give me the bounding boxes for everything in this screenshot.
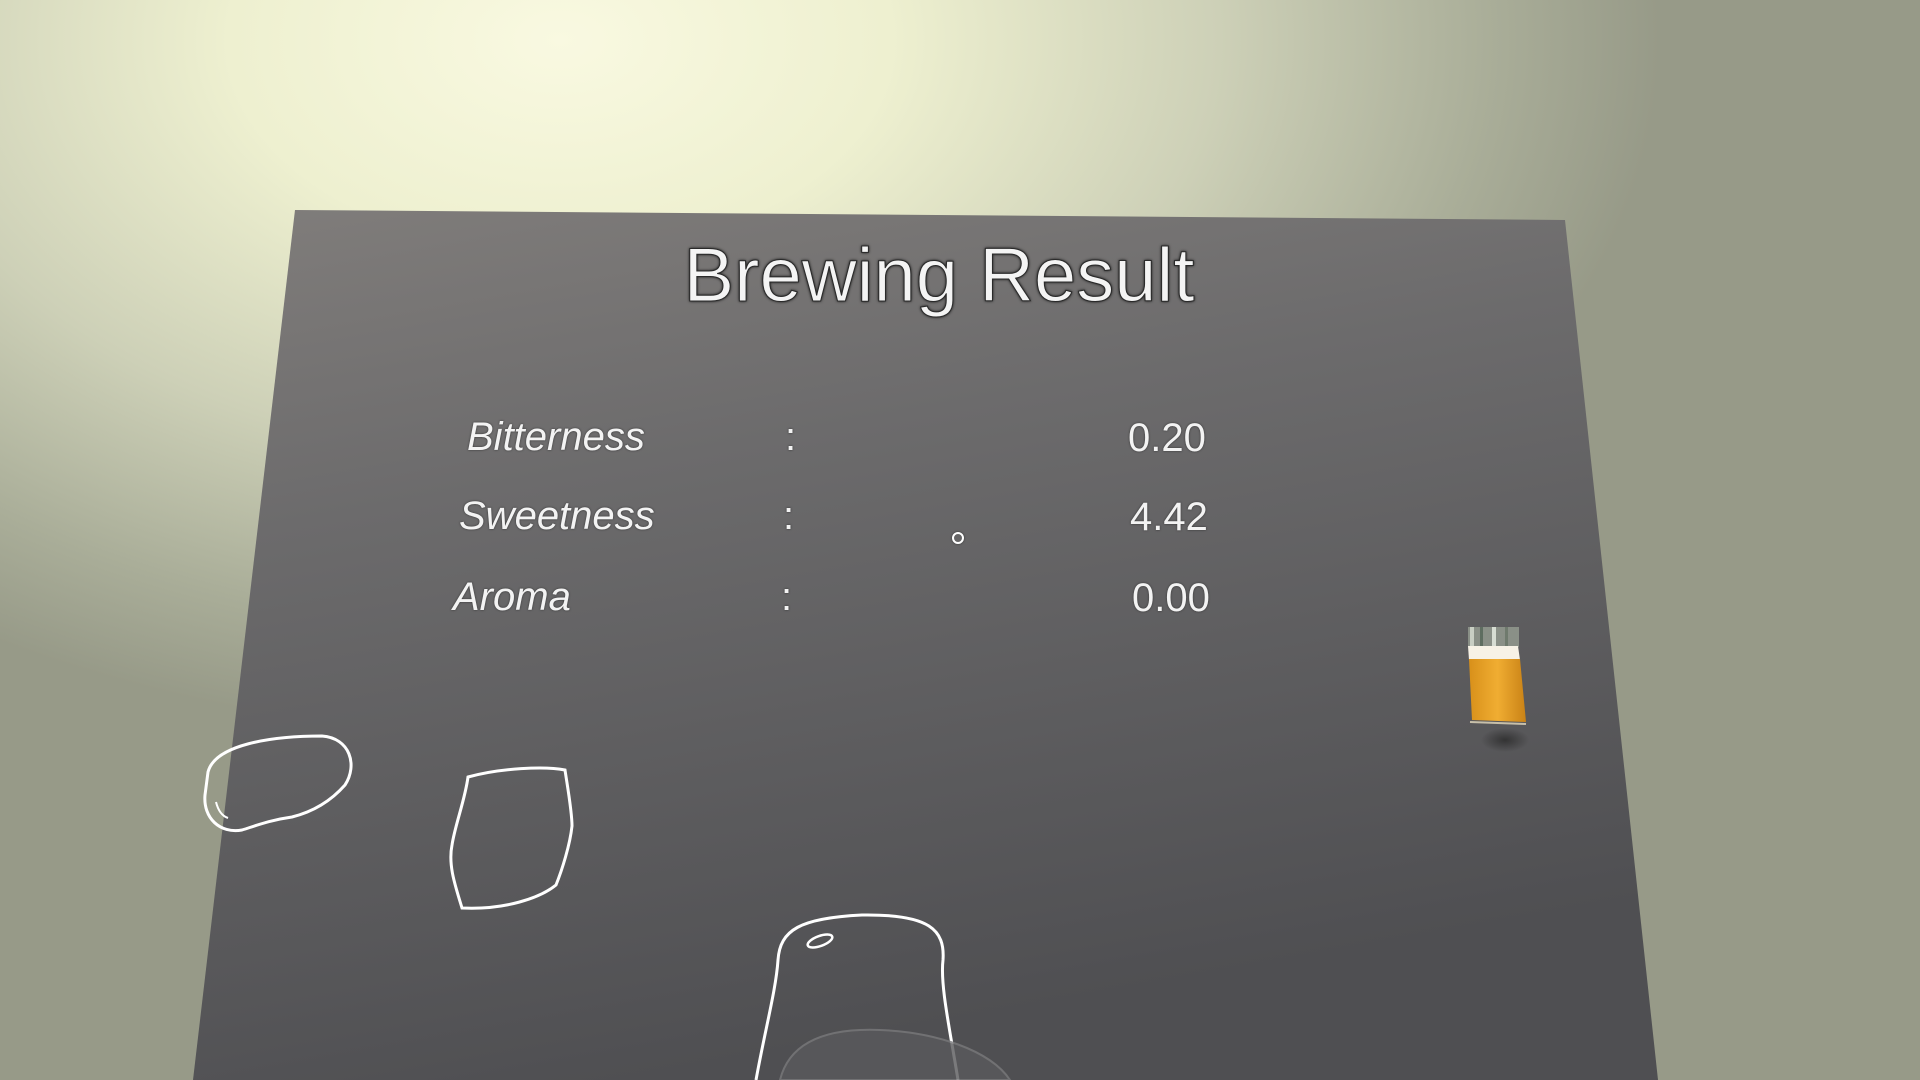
stat-separator-sweetness: :: [783, 494, 795, 538]
stat-separator-bitterness: :: [785, 415, 797, 459]
page-title: Brewing Result: [683, 233, 1195, 319]
beer-glass-shadow: [1481, 728, 1529, 752]
stat-value-aroma: 0.00: [1132, 576, 1210, 620]
stat-label-aroma: Aroma: [453, 575, 571, 619]
beer-glass-icon: [1468, 627, 1527, 725]
table-surface: [193, 210, 1658, 1080]
stat-label-bitterness: Bitterness: [467, 415, 645, 459]
stat-label-sweetness: Sweetness: [459, 494, 655, 538]
stat-value-sweetness: 4.42: [1130, 495, 1208, 539]
stat-value-bitterness: 0.20: [1128, 416, 1206, 460]
stat-separator-aroma: :: [781, 575, 793, 619]
crosshair-icon: [952, 532, 964, 544]
